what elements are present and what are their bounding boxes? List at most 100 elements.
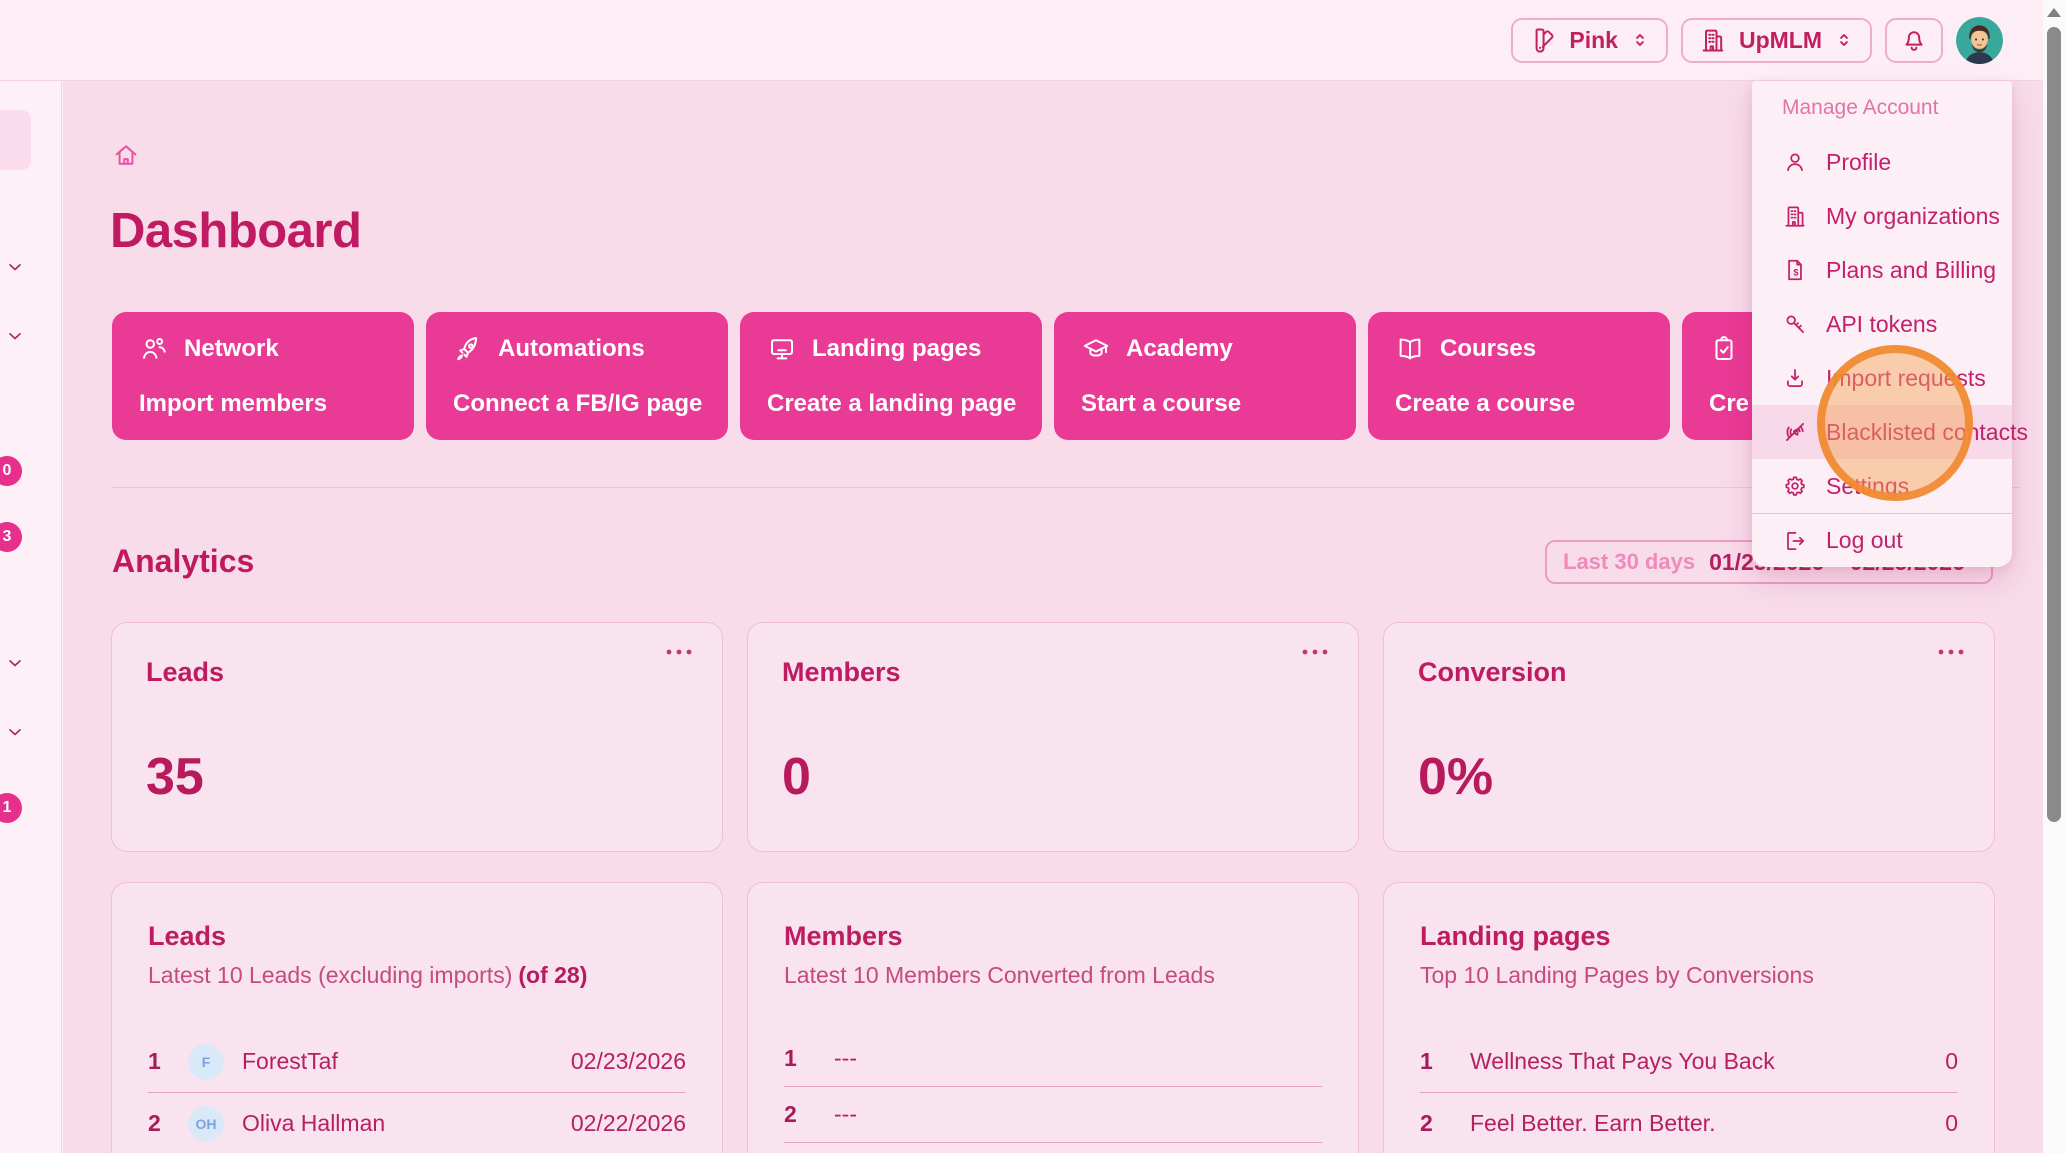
lead-date: 02/22/2026 [571,1110,686,1137]
member-row[interactable]: 1 --- [784,1031,1322,1087]
lead-row[interactable]: 2 OH Oliva Hallman 02/22/2026 [148,1093,686,1153]
menu-item-label: Import requests [1826,365,1986,392]
quick-action-title: Courses [1440,335,1536,363]
list-title: Members [784,921,1322,952]
graduation-cap-icon [1081,334,1111,364]
logout-icon [1782,528,1808,554]
scrollbar-up-arrow[interactable] [2047,8,2061,17]
stat-value: 35 [146,747,204,807]
menu-item-api-tokens[interactable]: API tokens [1752,297,2012,351]
quick-actions-row: Network Import members Automations [112,312,1984,440]
menu-item-plans-and-billing[interactable]: $ Plans and Billing [1752,243,2012,297]
chevron-down-icon[interactable] [4,653,26,673]
building-icon [1699,26,1727,54]
bell-icon [1900,26,1928,54]
menu-item-label: My organizations [1826,203,2000,230]
landing-page-row[interactable]: 2 Feel Better. Earn Better. 0 [1420,1093,1958,1153]
landing-page-conversions: 0 [1945,1048,1958,1075]
row-index: 2 [148,1110,178,1137]
sidebar-count-badge: 0 [0,456,22,486]
row-index: 2 [784,1101,814,1128]
menu-item-settings[interactable]: Settings [1752,459,2012,513]
user-avatar[interactable] [1956,17,2003,64]
chevron-updown-icon [1630,29,1650,51]
quick-action-subtitle: Create a landing page [767,390,1015,418]
section-divider [112,487,2020,488]
theme-select[interactable]: Pink [1511,18,1668,63]
stat-value: 0 [782,747,811,807]
scrollbar-thumb[interactable] [2047,27,2061,822]
menu-item-my-organizations[interactable]: My organizations [1752,189,2012,243]
chevron-down-icon[interactable] [4,326,26,346]
sidebar-count-badge: 1 [0,793,22,823]
ellipsis-menu-icon[interactable] [1300,647,1330,657]
clipboard-check-icon [1709,334,1739,364]
import-icon [1782,365,1808,391]
organization-select[interactable]: UpMLM [1681,18,1872,63]
analytics-heading: Analytics [112,543,254,580]
menu-item-log-out[interactable]: Log out [1752,514,2012,567]
app-canvas: Dashboard Network Import members [0,0,2065,1153]
monitor-icon [767,334,797,364]
quick-action-automations[interactable]: Automations Connect a FB/IG page [426,312,728,440]
stat-title: Conversion [1418,657,1960,688]
list-card-leads: Leads Latest 10 Leads (excluding imports… [111,882,723,1153]
quick-action-title: Automations [498,335,645,363]
quick-action-landing-pages[interactable]: Landing pages Create a landing page [740,312,1042,440]
home-breadcrumb-icon[interactable] [112,141,140,169]
quick-action-academy[interactable]: Academy Start a course [1054,312,1356,440]
list-subtitle: Top 10 Landing Pages by Conversions [1420,962,1958,989]
svg-text:$: $ [1793,267,1798,277]
rocket-icon [453,334,483,364]
quick-action-title: Academy [1126,335,1233,363]
landing-page-name: Wellness That Pays You Back [1470,1048,1945,1075]
gear-icon [1782,473,1808,499]
row-index: 1 [148,1048,178,1075]
row-index: 1 [1420,1048,1450,1075]
menu-item-import-requests[interactable]: Import requests [1752,351,2012,405]
menu-item-label: Profile [1826,149,1891,176]
list-title: Leads [148,921,686,952]
list-card-members: Members Latest 10 Members Converted from… [747,882,1359,1153]
landing-page-name: Feel Better. Earn Better. [1470,1110,1945,1137]
lead-row[interactable]: 1 F ForestTaf 02/23/2026 [148,1031,686,1093]
ellipsis-menu-icon[interactable] [1936,647,1966,657]
ellipsis-menu-icon[interactable] [664,647,694,657]
landing-page-row[interactable]: 1 Wellness That Pays You Back 0 [1420,1031,1958,1093]
list-cards-row: Leads Latest 10 Leads (excluding imports… [111,882,1995,1153]
lead-avatar: F [188,1044,224,1080]
list-title: Landing pages [1420,921,1958,952]
theme-swatch-icon [1529,26,1557,54]
quick-action-courses[interactable]: Courses Create a course [1368,312,1670,440]
invoice-icon: $ [1782,257,1808,283]
menu-item-profile[interactable]: Profile [1752,135,2012,189]
sidebar-active-item[interactable] [0,110,31,170]
top-header: Pink UpMLM [0,0,2043,81]
list-subtitle-count: (of 28) [518,962,587,988]
stat-title: Leads [146,657,688,688]
quick-action-network[interactable]: Network Import members [112,312,414,440]
quick-action-title: Network [184,335,279,363]
member-row[interactable]: 3 [784,1143,1322,1153]
notifications-button[interactable] [1885,18,1943,63]
menu-item-blacklisted-contacts[interactable]: Blacklisted contacts [1752,405,2012,459]
date-range-preset: Last 30 days [1563,549,1695,575]
chevron-down-icon[interactable] [4,722,26,742]
key-icon [1782,311,1808,337]
vertical-scrollbar[interactable] [2043,0,2065,1153]
account-menu-panel: Manage Account Profile My organizations [1752,81,2012,567]
quick-action-subtitle: Create a course [1395,390,1643,418]
member-row[interactable]: 2 --- [784,1087,1322,1143]
organization-select-label: UpMLM [1739,27,1822,54]
menu-item-label: Settings [1826,473,1909,500]
chevron-down-icon[interactable] [4,257,26,277]
member-name: --- [834,1101,1322,1128]
list-subtitle: Latest 10 Members Converted from Leads [784,962,1322,989]
quick-action-subtitle: Import members [139,390,387,418]
row-index: 2 [1420,1110,1450,1137]
stat-value: 0% [1418,747,1493,807]
page-title: Dashboard [110,203,361,259]
quick-action-subtitle: Connect a FB/IG page [453,390,701,418]
menu-item-label: API tokens [1826,311,1937,338]
quick-action-subtitle: Start a course [1081,390,1329,418]
